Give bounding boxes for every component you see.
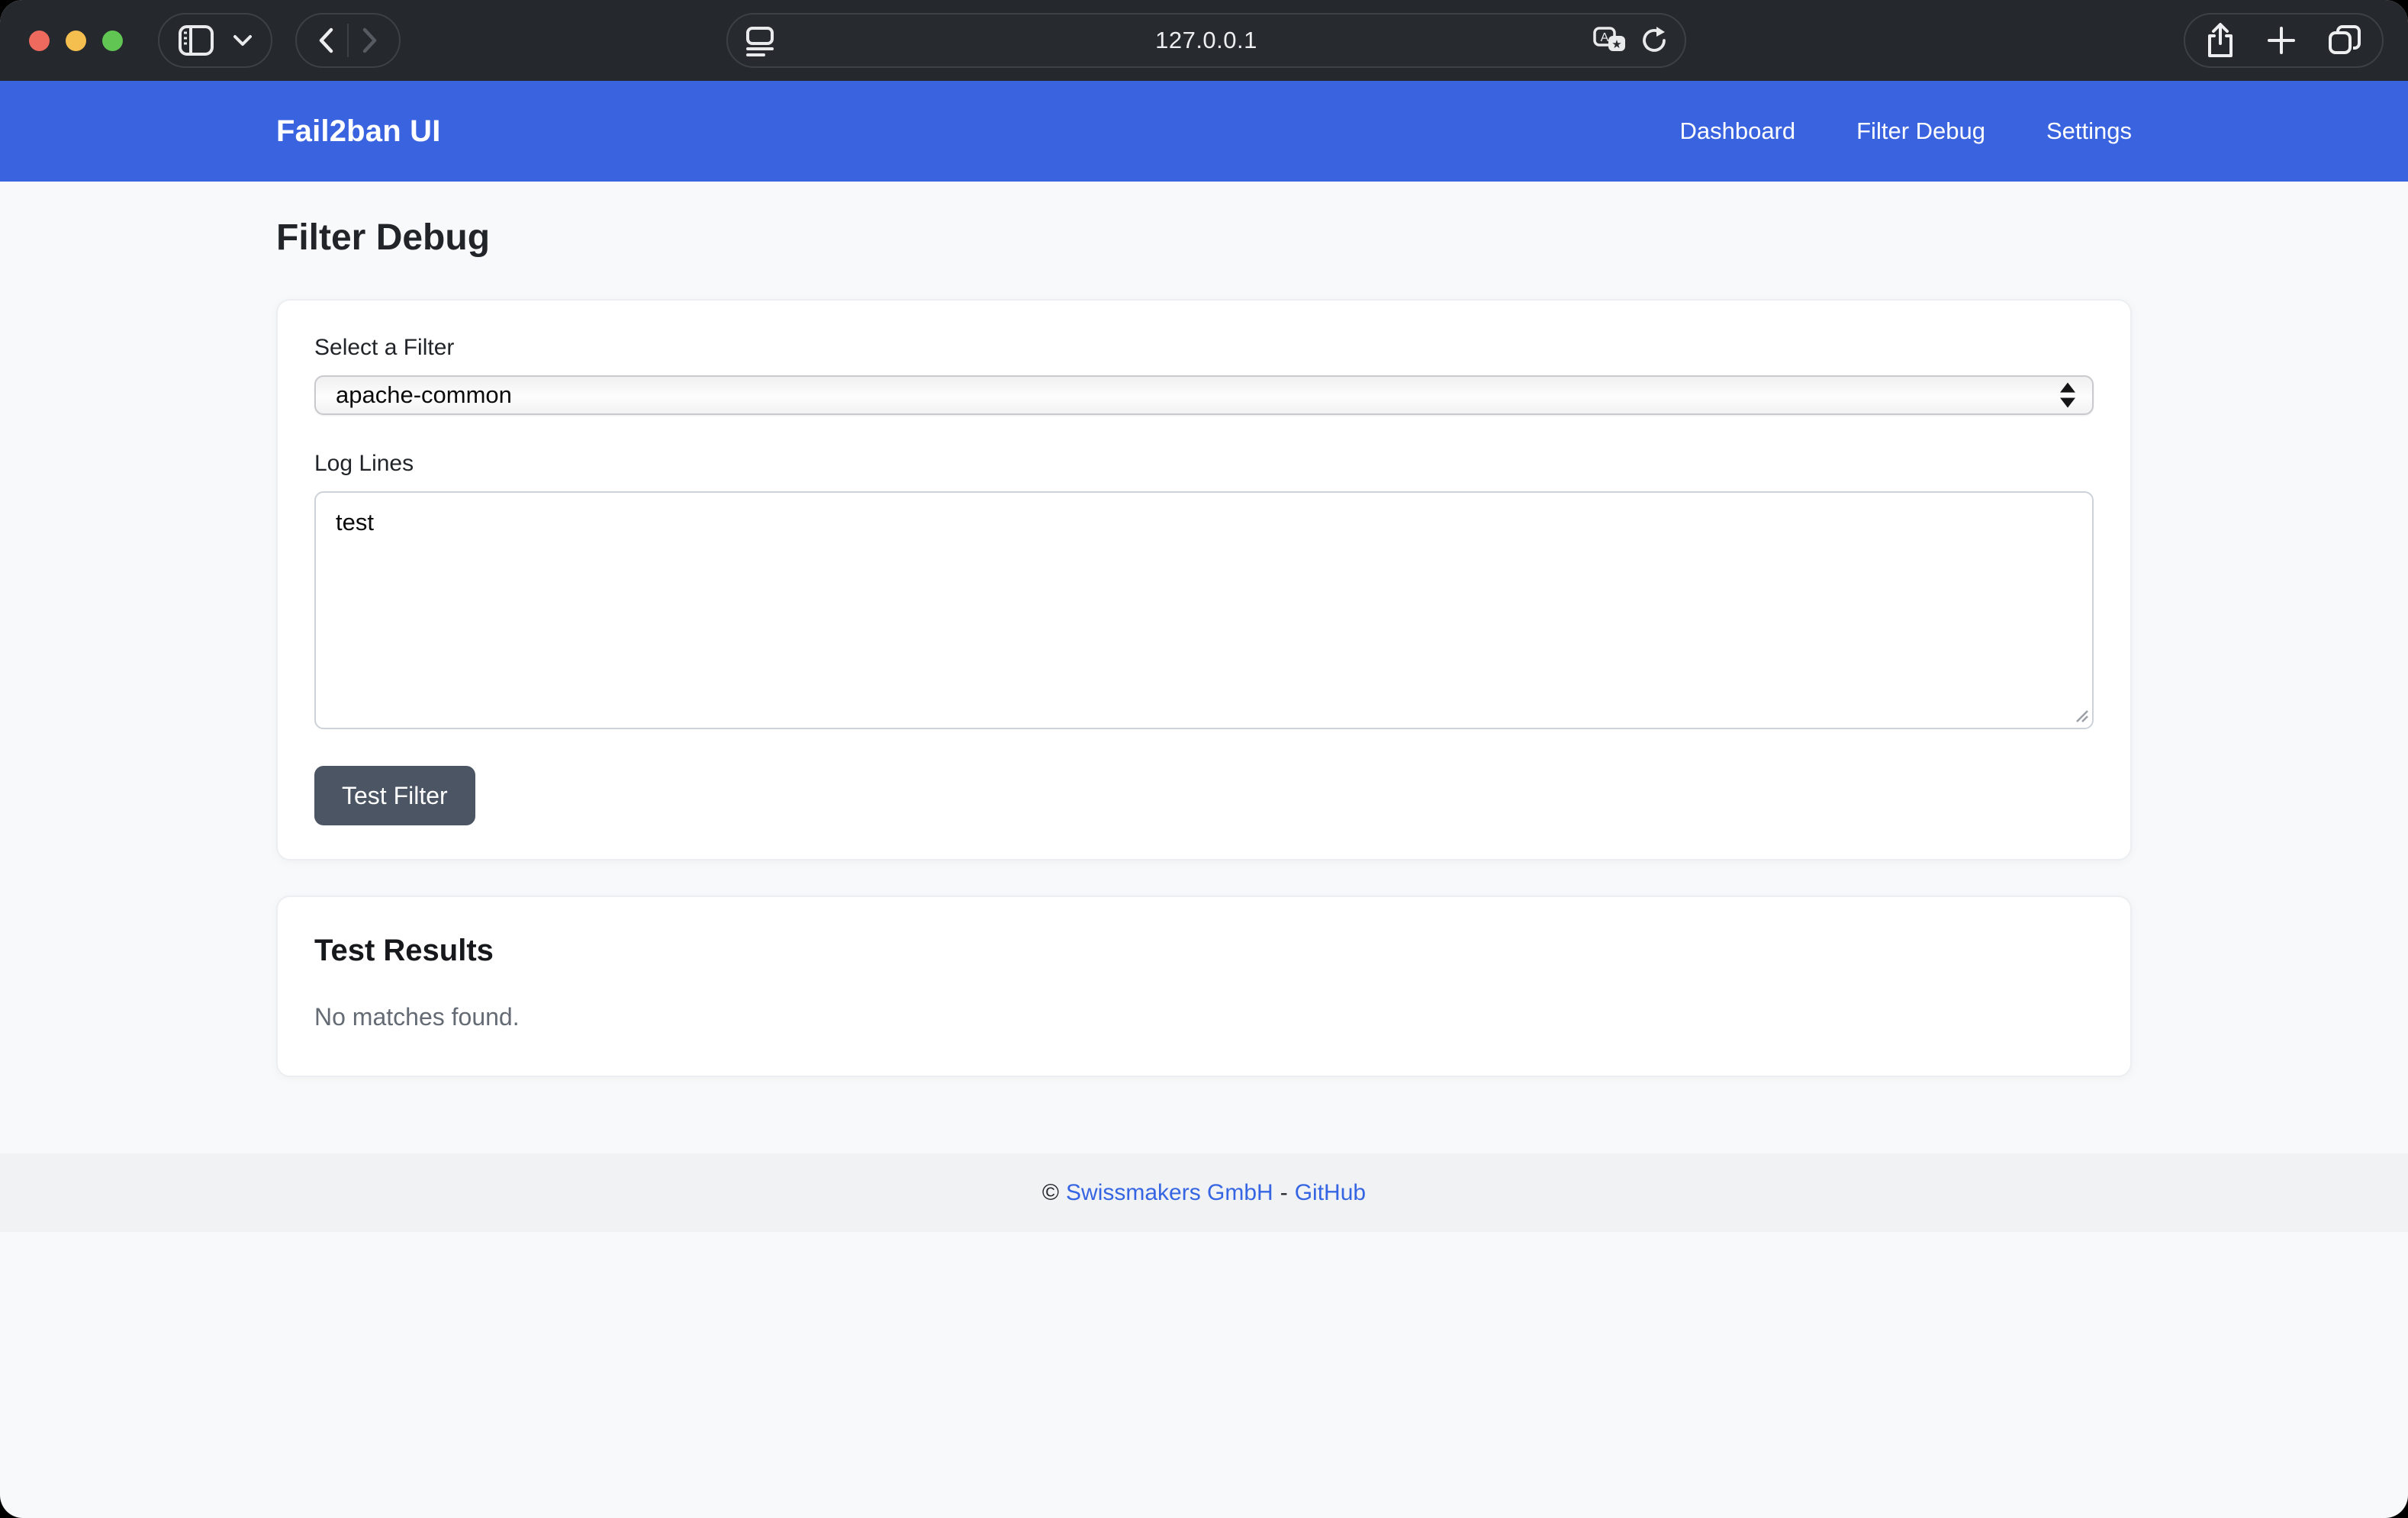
- company-link[interactable]: Swissmakers GmbH: [1066, 1180, 1273, 1206]
- footer-separator: -: [1280, 1180, 1288, 1206]
- nav-links: Dashboard Filter Debug Settings: [1679, 117, 2132, 145]
- copyright-symbol: ©: [1042, 1180, 1059, 1206]
- share-icon: [2205, 22, 2236, 59]
- plus-icon: [2266, 25, 2297, 56]
- svg-text:★: ★: [1611, 38, 1621, 51]
- filter-select[interactable]: apache-common: [314, 375, 2094, 415]
- github-link[interactable]: GitHub: [1295, 1180, 1366, 1206]
- close-button[interactable]: [29, 31, 50, 51]
- addressbar-actions: A ★: [1593, 25, 1669, 56]
- nav-link-settings[interactable]: Settings: [2046, 117, 2132, 145]
- svg-text:A: A: [1601, 31, 1609, 44]
- chevron-back-icon: [317, 27, 334, 53]
- select-stepper-icon: [2060, 383, 2075, 408]
- nav-link-dashboard[interactable]: Dashboard: [1679, 117, 1795, 145]
- toolbar-right-cluster: [2184, 13, 2384, 68]
- zoom-button[interactable]: [102, 31, 123, 51]
- loglines-textarea-wrap: test: [314, 491, 2094, 729]
- browser-chrome: 127.0.0.1 A ★: [0, 0, 2408, 81]
- forward-button[interactable]: [349, 16, 391, 65]
- results-message: No matches found.: [314, 1002, 2094, 1031]
- browser-window: 127.0.0.1 A ★: [0, 0, 2408, 1518]
- test-results-card: Test Results No matches found.: [276, 896, 2132, 1077]
- app-navbar: Fail2ban UI Dashboard Filter Debug Setti…: [0, 81, 2408, 182]
- loglines-label: Log Lines: [314, 450, 2094, 478]
- url-text[interactable]: 127.0.0.1: [728, 27, 1685, 54]
- minimize-button[interactable]: [66, 31, 86, 51]
- sidebar-toggle-group[interactable]: [158, 13, 272, 68]
- address-bar[interactable]: 127.0.0.1 A ★: [726, 13, 1686, 68]
- brand[interactable]: Fail2ban UI: [276, 114, 441, 149]
- new-tab-button[interactable]: [2266, 25, 2297, 56]
- footer: © Swissmakers GmbH - GitHub: [0, 1153, 2408, 1232]
- reload-icon[interactable]: [1640, 25, 1669, 56]
- select-filter-label: Select a Filter: [314, 334, 2094, 362]
- chevron-forward-icon: [362, 27, 378, 53]
- share-button[interactable]: [2205, 22, 2236, 59]
- loglines-textarea[interactable]: test: [314, 491, 2094, 729]
- sidebar-icon: [178, 24, 214, 56]
- translate-icon[interactable]: A ★: [1593, 25, 1627, 56]
- filter-select-value: apache-common: [336, 381, 512, 409]
- traffic-lights: [29, 31, 123, 51]
- resize-grip-icon[interactable]: [2072, 706, 2089, 723]
- tab-overview-button[interactable]: [2327, 24, 2362, 57]
- test-filter-button[interactable]: Test Filter: [314, 766, 475, 825]
- page-title: Filter Debug: [276, 217, 2132, 259]
- chevron-down-icon: [233, 34, 253, 47]
- tabs-overview-icon: [2327, 24, 2362, 57]
- main-content: Filter Debug Select a Filter apache-comm…: [0, 182, 2408, 1115]
- filter-form-card: Select a Filter apache-common Log Lines …: [276, 299, 2132, 860]
- nav-link-filter-debug[interactable]: Filter Debug: [1856, 117, 1985, 145]
- back-button[interactable]: [304, 16, 347, 65]
- history-nav-group: [295, 13, 401, 68]
- results-title: Test Results: [314, 932, 2094, 969]
